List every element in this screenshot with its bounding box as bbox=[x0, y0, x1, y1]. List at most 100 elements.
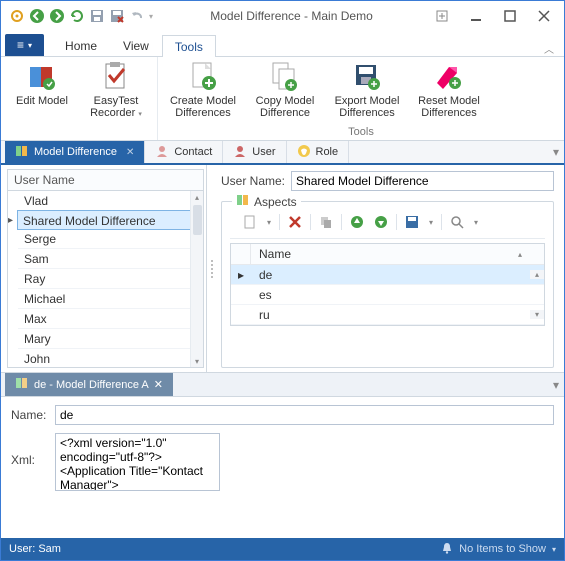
minimize-button[interactable] bbox=[462, 6, 490, 26]
ribbon-collapse-button[interactable]: ︿ bbox=[538, 41, 560, 56]
undo-icon[interactable] bbox=[129, 8, 145, 24]
table-row[interactable]: John bbox=[18, 349, 190, 368]
chevron-down-icon[interactable]: ▾ bbox=[471, 218, 481, 227]
clone-icon[interactable] bbox=[316, 212, 336, 232]
maximize-button[interactable] bbox=[496, 6, 524, 26]
table-row[interactable]: ▸Shared Model Difference bbox=[17, 210, 191, 230]
nav-forward-icon[interactable] bbox=[49, 8, 65, 24]
chevron-down-icon[interactable]: ▾ bbox=[264, 218, 274, 227]
quick-access-drop[interactable]: ▾ bbox=[149, 12, 159, 21]
table-row[interactable]: ru▾ bbox=[231, 305, 544, 325]
detail-name-input[interactable] bbox=[55, 405, 554, 425]
ribbon-tab-strip: ≡▾ Home View Tools ︿ bbox=[1, 31, 564, 57]
edit-model-icon bbox=[26, 61, 58, 93]
users-grid[interactable]: Vlad▸Shared Model DifferenceSergeSamRayM… bbox=[7, 191, 204, 368]
ribbon-item-label: Copy Model Difference bbox=[248, 95, 322, 119]
role-icon bbox=[297, 144, 311, 161]
file-button[interactable]: ≡▾ bbox=[5, 34, 44, 56]
ribbon-tools: Edit Model EasyTest Recorder ▾ Create Mo… bbox=[1, 57, 564, 141]
ribbon-group-label: Tools bbox=[164, 125, 558, 140]
chevron-down-icon[interactable]: ▾ bbox=[426, 218, 436, 227]
save-icon[interactable] bbox=[89, 8, 105, 24]
column-header-name[interactable]: Name▴ bbox=[251, 244, 530, 264]
table-row[interactable]: Michael bbox=[18, 289, 190, 309]
export-differences-button[interactable]: Export Model Differences bbox=[328, 59, 406, 125]
users-grid-header[interactable]: User Name bbox=[7, 169, 204, 191]
export-diff-icon bbox=[351, 61, 383, 93]
table-row[interactable]: Vlad bbox=[18, 191, 190, 211]
scroll-up-icon[interactable]: ▴ bbox=[195, 191, 199, 203]
detail-panel: Name: Xml: bbox=[1, 397, 564, 538]
table-row[interactable]: Serge bbox=[18, 229, 190, 249]
new-icon[interactable] bbox=[240, 212, 260, 232]
table-row[interactable]: es bbox=[231, 285, 544, 305]
doctab-role[interactable]: Role bbox=[287, 141, 350, 163]
down-icon[interactable] bbox=[371, 212, 391, 232]
edit-model-button[interactable]: Edit Model bbox=[7, 59, 77, 125]
up-icon[interactable] bbox=[347, 212, 367, 232]
aspects-toolbar: ▾ ▾ ▾ bbox=[230, 210, 545, 239]
doctab-label: Contact bbox=[174, 146, 212, 158]
chevron-down-icon: ▾ bbox=[138, 111, 142, 118]
close-icon[interactable]: ✕ bbox=[154, 378, 163, 391]
table-row[interactable]: Mary bbox=[18, 329, 190, 349]
gear-icon[interactable] bbox=[9, 8, 25, 24]
bell-icon[interactable] bbox=[441, 542, 453, 557]
status-message: No Items to Show bbox=[459, 543, 546, 555]
modeldiff-icon bbox=[15, 376, 29, 393]
delete-icon[interactable] bbox=[285, 212, 305, 232]
save-icon[interactable] bbox=[402, 212, 422, 232]
document-tabs: Model Difference ✕ Contact User Role ▾ bbox=[1, 141, 564, 165]
tab-view[interactable]: View bbox=[110, 34, 162, 56]
ribbon-item-label: Edit Model bbox=[16, 95, 68, 107]
tab-home[interactable]: Home bbox=[52, 34, 110, 56]
table-row[interactable]: ▸de▴ bbox=[231, 265, 544, 285]
tab-tools[interactable]: Tools bbox=[162, 35, 216, 57]
create-diff-icon bbox=[187, 61, 219, 93]
ribbon-flyout-icon[interactable] bbox=[428, 6, 456, 26]
copy-difference-button[interactable]: Copy Model Difference bbox=[246, 59, 324, 125]
close-icon[interactable]: ✕ bbox=[126, 147, 134, 158]
splitter[interactable] bbox=[207, 165, 217, 372]
detail-tabs: de - Model Difference A ✕ ▾ bbox=[1, 373, 564, 397]
detail-tab-de[interactable]: de - Model Difference A ✕ bbox=[5, 373, 173, 396]
users-panel: User Name Vlad▸Shared Model DifferenceSe… bbox=[1, 165, 207, 372]
doctab-model-difference[interactable]: Model Difference ✕ bbox=[5, 141, 145, 163]
contact-icon bbox=[155, 144, 169, 161]
search-icon[interactable] bbox=[447, 212, 467, 232]
tab-label: Home bbox=[65, 39, 97, 53]
aspects-group: Aspects ▾ ▾ ▾ bbox=[221, 201, 554, 368]
doctab-contact[interactable]: Contact bbox=[145, 141, 223, 163]
modeldiff-icon bbox=[236, 193, 250, 210]
reset-differences-button[interactable]: Reset Model Differences bbox=[410, 59, 488, 125]
table-row[interactable]: Max bbox=[18, 309, 190, 329]
window-title: Model Difference - Main Demo bbox=[161, 9, 422, 23]
ribbon-item-label: Export Model Differences bbox=[330, 95, 404, 119]
doctab-label: User bbox=[252, 146, 275, 158]
scroll-thumb[interactable] bbox=[193, 205, 202, 235]
username-input[interactable] bbox=[291, 171, 554, 191]
detail-tabs-dropdown[interactable]: ▾ bbox=[548, 373, 564, 396]
detail-xml-input[interactable] bbox=[55, 433, 220, 491]
scrollbar[interactable]: ▴ ▾ bbox=[190, 191, 203, 367]
scroll-down-icon[interactable]: ▾ bbox=[195, 355, 199, 367]
refresh-icon[interactable] bbox=[69, 8, 85, 24]
nav-back-icon[interactable] bbox=[29, 8, 45, 24]
doctab-label: Role bbox=[316, 146, 339, 158]
aspects-grid[interactable]: Name▴ ▸de▴esru▾ bbox=[230, 243, 545, 326]
table-row[interactable]: Ray bbox=[18, 269, 190, 289]
file-button-icon: ≡ bbox=[17, 38, 24, 52]
table-row[interactable]: Sam bbox=[18, 249, 190, 269]
ribbon-item-label: Reset Model Differences bbox=[412, 95, 486, 119]
chevron-down-icon[interactable]: ▾ bbox=[552, 545, 556, 554]
titlebar: ▾ Model Difference - Main Demo bbox=[1, 1, 564, 31]
save-close-icon[interactable] bbox=[109, 8, 125, 24]
doctabs-dropdown[interactable]: ▾ bbox=[548, 141, 564, 163]
modeldiff-icon bbox=[15, 144, 29, 161]
groupbox-label: Aspects bbox=[254, 195, 297, 209]
chevron-down-icon: ▾ bbox=[28, 41, 32, 50]
close-button[interactable] bbox=[530, 6, 558, 26]
create-differences-button[interactable]: Create Model Differences bbox=[164, 59, 242, 125]
easytest-recorder-button[interactable]: EasyTest Recorder ▾ bbox=[81, 59, 151, 125]
doctab-user[interactable]: User bbox=[223, 141, 286, 163]
